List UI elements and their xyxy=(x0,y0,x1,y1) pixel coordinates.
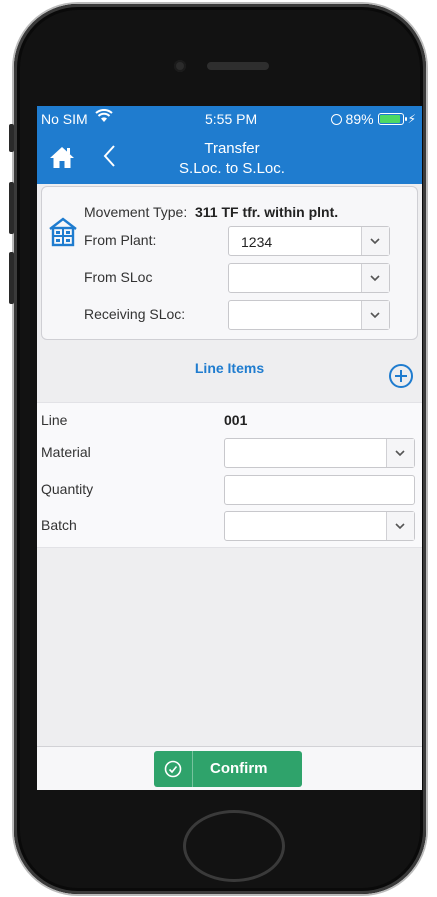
check-circle-icon xyxy=(164,760,182,778)
confirm-divider xyxy=(192,751,193,787)
confirm-label: Confirm xyxy=(210,760,268,777)
earpiece-speaker xyxy=(207,62,269,70)
app-screen: No SIM 5:55 PM 89% ⚡ Transfer S.Loc. to … xyxy=(37,106,422,790)
line-item-form: Line 001 Material Quantity Batch xyxy=(37,402,422,548)
line-value: 001 xyxy=(224,412,248,428)
page-title-line1: Transfer xyxy=(204,140,260,157)
wifi-icon xyxy=(95,109,113,122)
line-label: Line xyxy=(41,412,68,428)
movement-type-label: Movement Type: xyxy=(84,204,188,220)
from-sloc-select[interactable] xyxy=(228,263,390,293)
charge-icon: ⚡ xyxy=(407,112,416,126)
transfer-header-card: Movement Type: 311 TF tfr. within plnt. … xyxy=(41,186,418,340)
front-camera xyxy=(174,60,186,72)
volume-up-button xyxy=(9,182,14,234)
from-plant-label: From Plant: xyxy=(84,232,157,248)
from-plant-chevron xyxy=(361,227,389,255)
material-label: Material xyxy=(41,444,91,460)
clock-text: 5:55 PM xyxy=(205,111,258,127)
chevron-down-icon xyxy=(395,450,405,457)
top-bar: No SIM 5:55 PM 89% ⚡ Transfer S.Loc. to … xyxy=(37,106,422,184)
hardware-home-button[interactable] xyxy=(183,810,285,882)
movement-type-value: 311 TF tfr. within plnt. xyxy=(195,204,339,220)
batch-chevron xyxy=(386,512,414,540)
bottom-toolbar: Confirm xyxy=(37,746,422,790)
volume-down-button xyxy=(9,252,14,304)
plant-icon xyxy=(49,217,77,247)
quantity-label: Quantity xyxy=(41,481,94,497)
receiving-sloc-chevron xyxy=(361,301,389,329)
orientation-lock-icon xyxy=(330,113,342,125)
chevron-down-icon xyxy=(395,523,405,530)
from-sloc-chevron xyxy=(361,264,389,292)
battery-tip xyxy=(404,117,407,121)
carrier-text: No SIM xyxy=(41,111,88,127)
status-right: 89% ⚡ xyxy=(330,110,416,128)
battery-icon xyxy=(377,113,407,125)
add-line-item-icon[interactable] xyxy=(388,363,414,389)
chevron-down-icon xyxy=(370,275,380,282)
chevron-down-icon xyxy=(370,312,380,319)
from-plant-value: 1234 xyxy=(241,234,273,250)
battery-fill xyxy=(379,115,400,123)
material-chevron xyxy=(386,439,414,467)
mute-switch xyxy=(9,124,14,152)
battery-percent: 89% xyxy=(345,111,374,127)
batch-label: Batch xyxy=(41,517,77,533)
chevron-down-icon xyxy=(370,238,380,245)
material-select[interactable] xyxy=(224,438,415,468)
from-sloc-label: From SLoc xyxy=(84,269,153,285)
quantity-input[interactable] xyxy=(224,475,415,505)
line-items-title: Line Items xyxy=(194,360,265,376)
back-icon[interactable] xyxy=(99,142,121,170)
receiving-sloc-select[interactable] xyxy=(228,300,390,330)
receiving-sloc-label: Receiving SLoc: xyxy=(84,306,186,322)
confirm-button[interactable]: Confirm xyxy=(154,751,302,787)
page-title-line2: S.Loc. to S.Loc. xyxy=(179,160,285,177)
from-plant-select[interactable]: 1234 xyxy=(228,226,390,256)
home-icon[interactable] xyxy=(49,144,75,170)
batch-select[interactable] xyxy=(224,511,415,541)
